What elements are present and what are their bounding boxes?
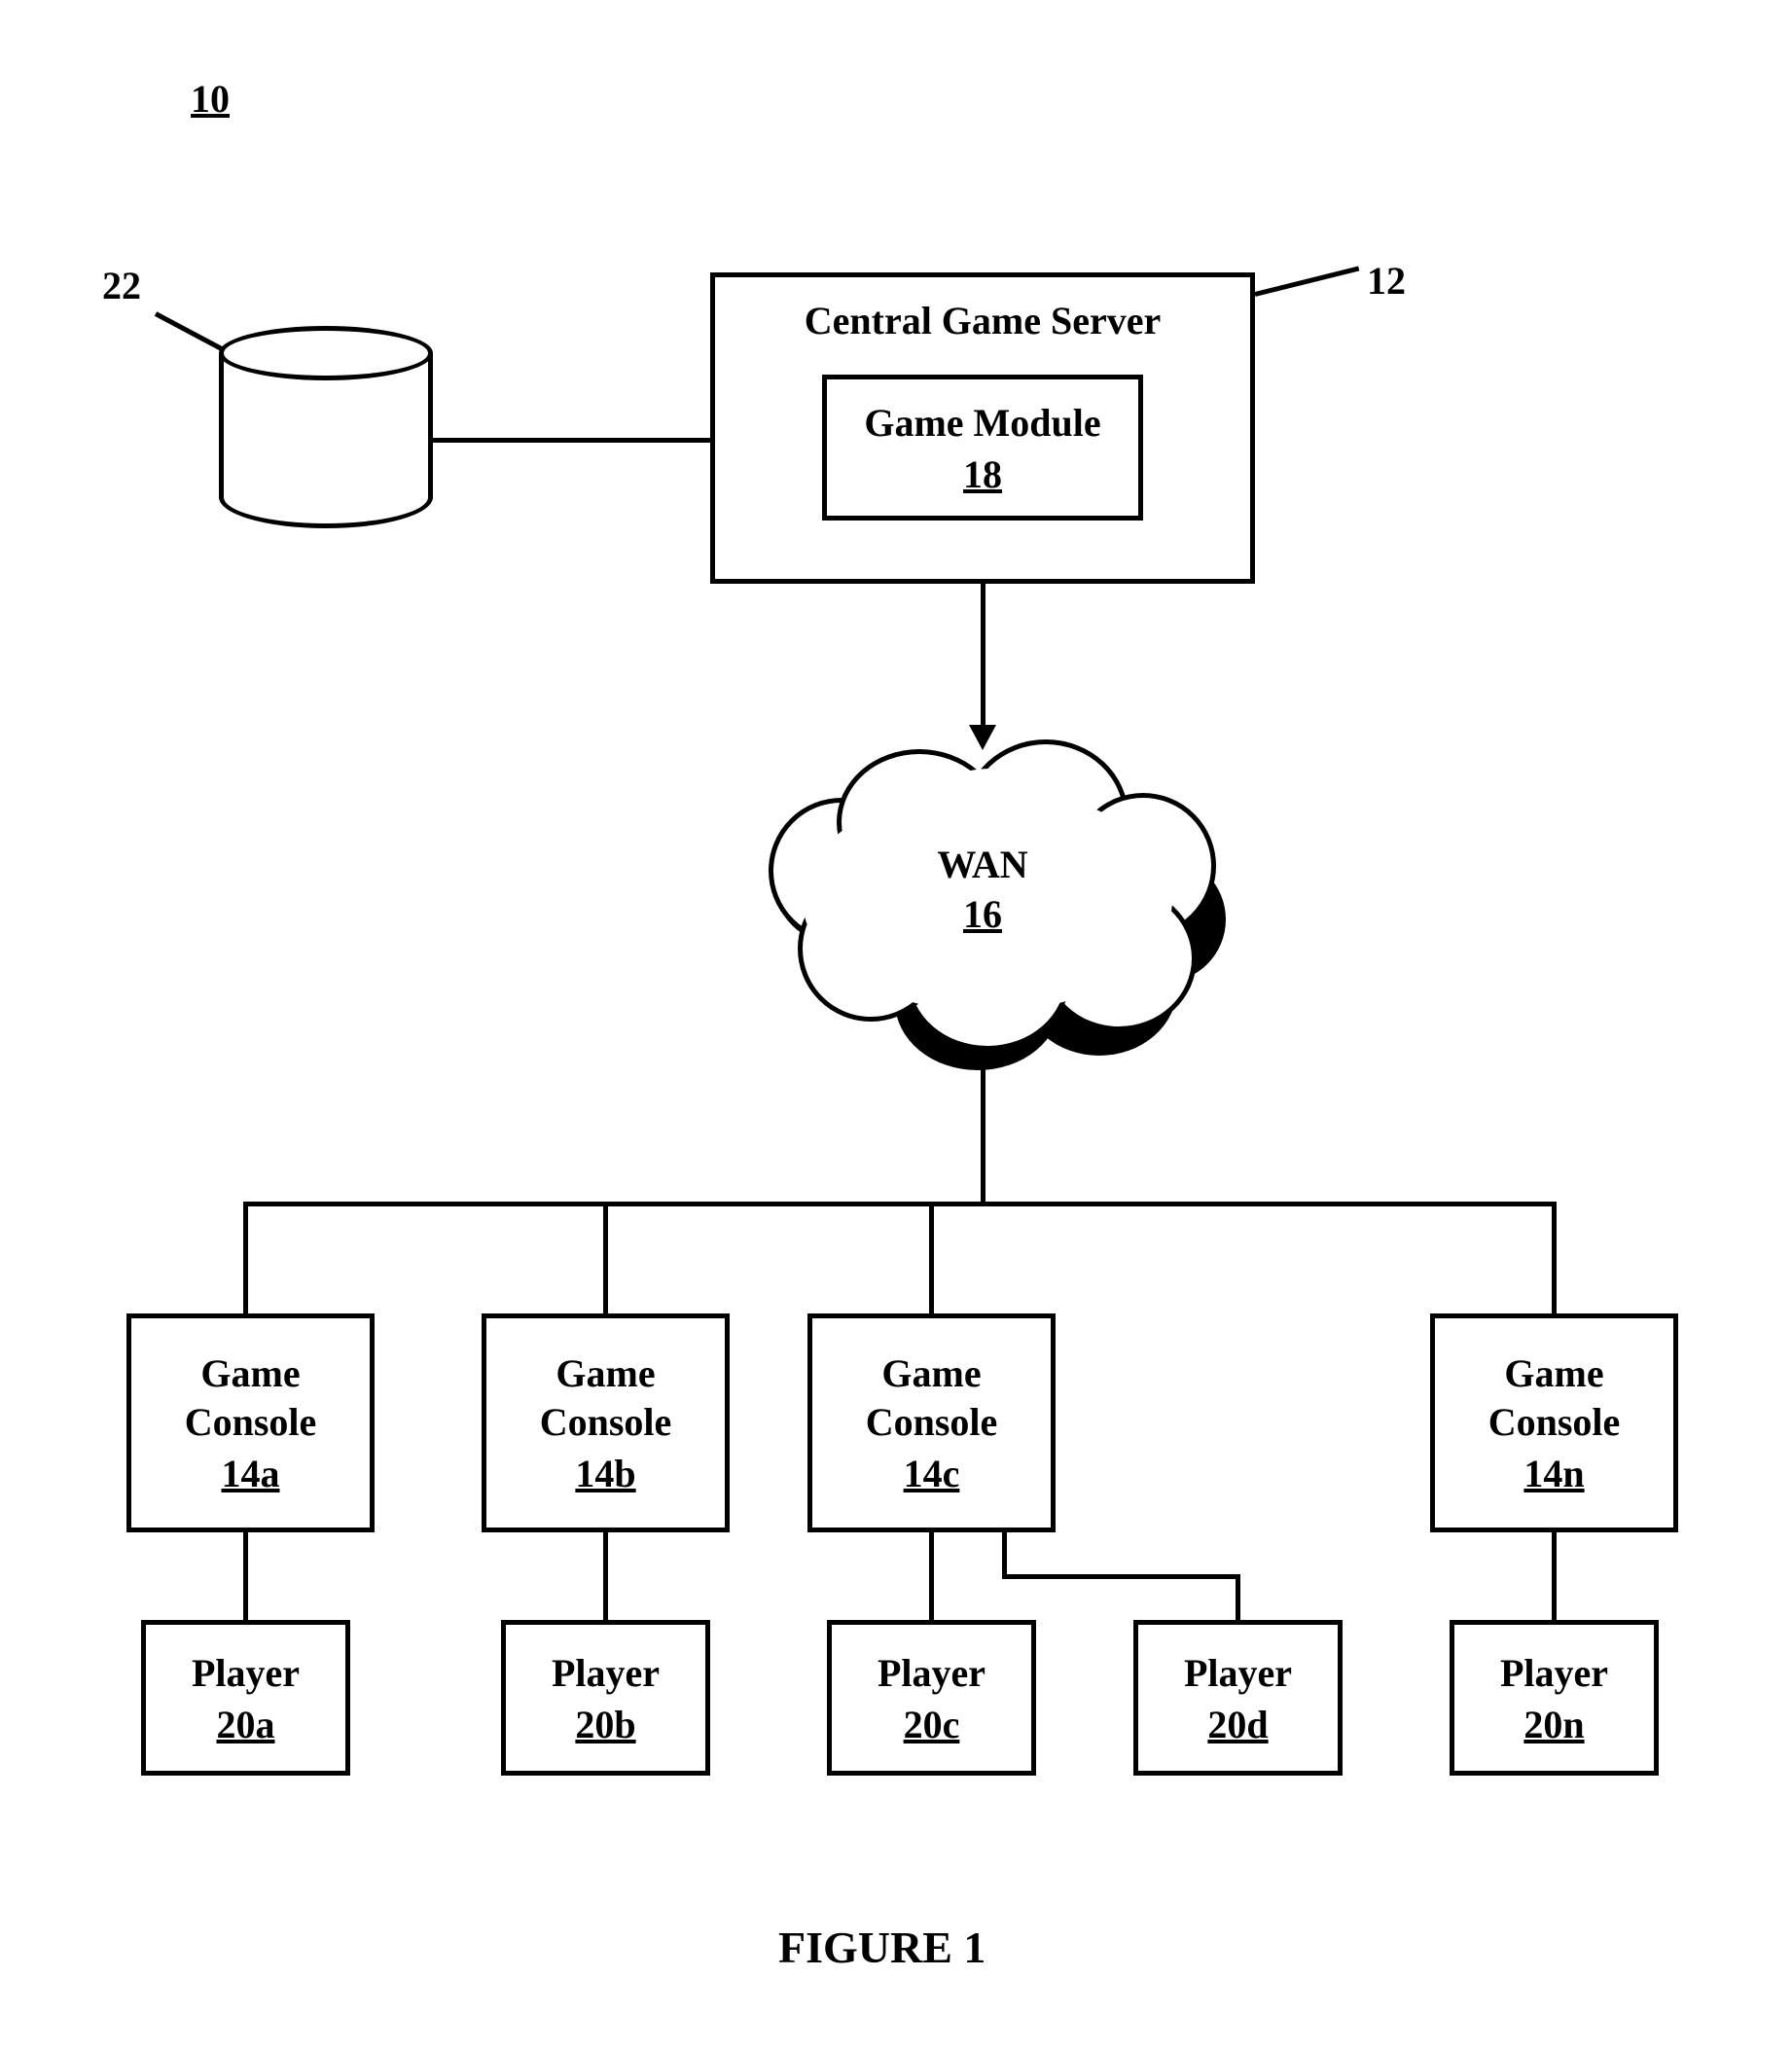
player-d: Player 20d xyxy=(1133,1620,1343,1776)
game-console-n: GameConsole 14n xyxy=(1430,1313,1678,1532)
connector-server-wan xyxy=(981,584,986,730)
console-ref-b: 14b xyxy=(575,1451,635,1496)
player-ref-n: 20n xyxy=(1523,1702,1584,1747)
drop-console-a xyxy=(243,1202,248,1313)
player-n: Player 20n xyxy=(1450,1620,1659,1776)
branch-c-d-v1 xyxy=(1002,1532,1007,1579)
drop-player-n xyxy=(1552,1532,1557,1620)
game-console-b: GameConsole 14b xyxy=(482,1313,730,1532)
leader-ref-12 xyxy=(1254,266,1359,296)
drop-console-c xyxy=(929,1202,934,1313)
player-ref-b: 20b xyxy=(575,1702,635,1747)
ref-server: 12 xyxy=(1367,258,1406,304)
ref-system: 10 xyxy=(191,76,230,122)
player-c: Player 20c xyxy=(827,1620,1036,1776)
database-icon xyxy=(219,326,433,501)
player-title-a: Player xyxy=(192,1649,300,1698)
game-console-a: Game Console GameConsole 14a xyxy=(126,1313,375,1532)
central-game-server-box: Central Game Server Game Module 18 xyxy=(710,272,1255,584)
connector-db-server xyxy=(433,438,710,443)
branch-c-d-v2 xyxy=(1236,1574,1240,1620)
wan-title: WAN xyxy=(937,843,1027,886)
player-ref-d: 20d xyxy=(1207,1702,1268,1747)
drop-console-b xyxy=(603,1202,608,1313)
player-ref-a: 20a xyxy=(217,1702,275,1747)
player-title-n: Player xyxy=(1500,1649,1608,1698)
wan-cloud: WAN 16 xyxy=(749,739,1216,1051)
branch-c-d-h xyxy=(1002,1574,1240,1579)
game-module-box: Game Module 18 xyxy=(822,375,1143,521)
console-ref-n: 14n xyxy=(1523,1451,1584,1496)
player-b: Player 20b xyxy=(501,1620,710,1776)
game-module-title: Game Module xyxy=(864,399,1100,448)
ref-database: 22 xyxy=(102,263,141,308)
drop-player-a xyxy=(243,1532,248,1620)
game-console-c: GameConsole 14c xyxy=(807,1313,1056,1532)
player-title-c: Player xyxy=(878,1649,986,1698)
console-ref-a: 14a xyxy=(222,1451,280,1496)
bus-line xyxy=(243,1202,1557,1206)
player-title-d: Player xyxy=(1184,1649,1292,1698)
figure-caption: FIGURE 1 xyxy=(778,1922,986,1973)
drop-console-n xyxy=(1552,1202,1557,1313)
drop-player-b xyxy=(603,1532,608,1620)
wan-text: WAN 16 xyxy=(749,842,1216,937)
console-ref-c: 14c xyxy=(904,1451,960,1496)
player-ref-c: 20c xyxy=(904,1702,960,1747)
connector-wan-bus xyxy=(981,1056,986,1202)
server-title: Central Game Server xyxy=(805,297,1162,345)
player-title-b: Player xyxy=(552,1649,660,1698)
wan-ref: 16 xyxy=(749,891,1216,937)
game-module-ref: 18 xyxy=(963,451,1002,497)
drop-player-c xyxy=(929,1532,934,1620)
player-a: Player 20a xyxy=(141,1620,350,1776)
